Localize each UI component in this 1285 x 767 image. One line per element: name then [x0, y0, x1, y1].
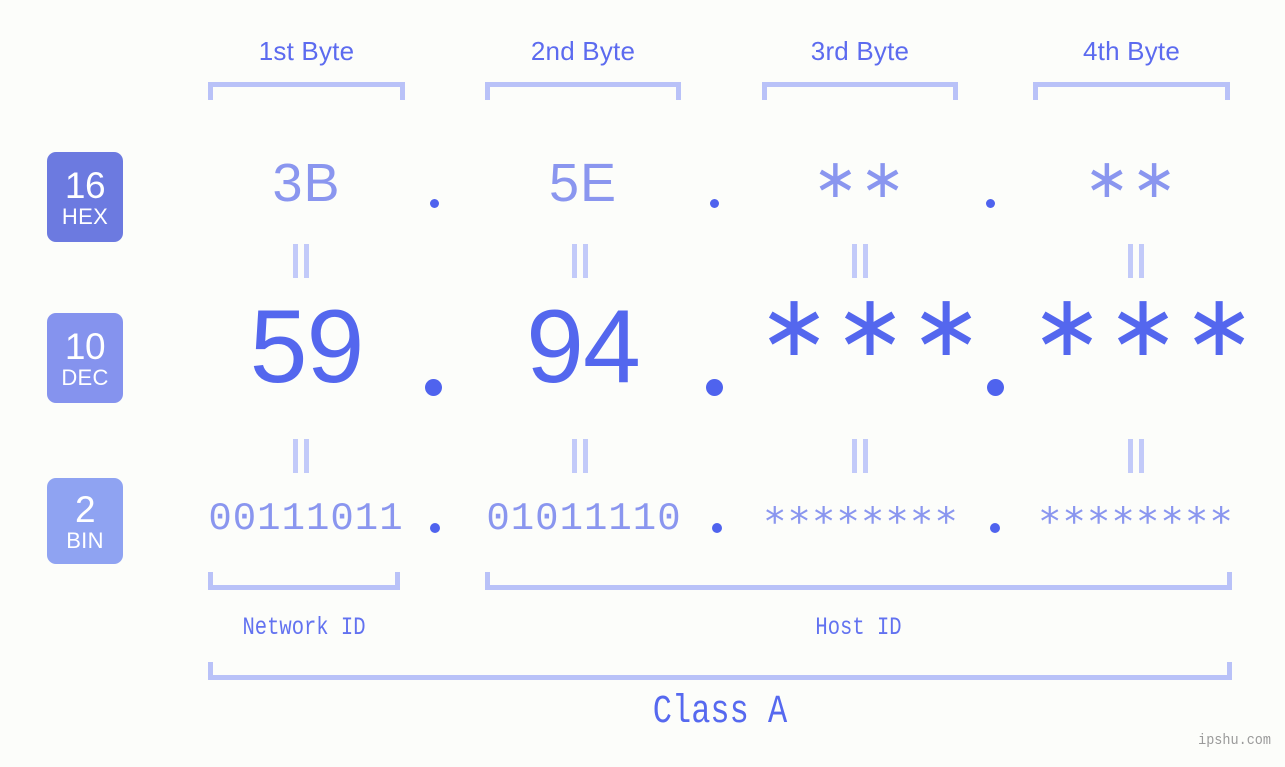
- base-badge-dec-number: 10: [65, 328, 105, 365]
- class-bracket: [208, 662, 1232, 680]
- equals-separator-dec-bin-1: [292, 439, 310, 473]
- dec-byte-2: 94: [485, 288, 681, 407]
- byte-bracket-top-3: [762, 82, 958, 100]
- bin-byte-2: 01011110: [478, 497, 690, 541]
- base-badge-dec[interactable]: 10 DEC: [47, 313, 123, 403]
- bin-separator-dot-2: [712, 523, 722, 533]
- bin-separator-dot-3: [990, 523, 1000, 533]
- hex-separator-dot-3: [986, 199, 995, 208]
- host-id-label: Host ID: [552, 613, 1165, 642]
- host-id-bracket: [485, 572, 1232, 590]
- ip-address-breakdown-diagram: 1st Byte 2nd Byte 3rd Byte 4th Byte 16 H…: [0, 0, 1285, 767]
- hex-separator-dot-2: [710, 199, 719, 208]
- byte-header-2: 2nd Byte: [485, 36, 681, 67]
- base-badge-bin[interactable]: 2 BIN: [47, 478, 123, 564]
- byte-bracket-top-4: [1033, 82, 1230, 100]
- base-badge-bin-number: 2: [75, 491, 95, 528]
- hex-separator-dot-1: [430, 199, 439, 208]
- equals-separator-dec-bin-4: [1127, 439, 1145, 473]
- dec-byte-3: ∗∗∗: [758, 276, 958, 376]
- dec-separator-dot-3: [987, 379, 1004, 396]
- base-badge-hex-number: 16: [65, 167, 105, 204]
- byte-header-1: 1st Byte: [208, 36, 405, 67]
- hex-byte-2: 5E: [485, 152, 681, 214]
- bin-separator-dot-1: [430, 523, 440, 533]
- bin-byte-3: ∗∗∗∗∗∗∗∗: [755, 492, 967, 539]
- bin-byte-1: 00111011: [198, 497, 414, 541]
- byte-bracket-top-1: [208, 82, 405, 100]
- equals-separator-hex-dec-3: [851, 244, 869, 278]
- base-badge-hex-abbr: HEX: [62, 206, 108, 228]
- dec-byte-1: 59: [208, 288, 405, 407]
- equals-separator-dec-bin-3: [851, 439, 869, 473]
- site-watermark: ipshu.com: [1198, 732, 1271, 749]
- class-label: Class A: [310, 690, 1129, 735]
- base-badge-hex[interactable]: 16 HEX: [47, 152, 123, 242]
- base-badge-dec-abbr: DEC: [61, 367, 108, 389]
- network-id-bracket: [208, 572, 400, 590]
- hex-byte-1: 3B: [208, 152, 405, 214]
- hex-byte-4: ∗∗: [1033, 147, 1230, 210]
- equals-separator-hex-dec-2: [571, 244, 589, 278]
- hex-byte-3: ∗∗: [762, 147, 958, 210]
- equals-separator-hex-dec-4: [1127, 244, 1145, 278]
- equals-separator-dec-bin-2: [571, 439, 589, 473]
- bin-byte-4: ∗∗∗∗∗∗∗∗: [1030, 492, 1242, 539]
- byte-header-4: 4th Byte: [1033, 36, 1230, 67]
- dec-separator-dot-2: [706, 379, 723, 396]
- dec-byte-4: ∗∗∗: [1031, 276, 1231, 376]
- byte-header-3: 3rd Byte: [762, 36, 958, 67]
- dec-separator-dot-1: [425, 379, 442, 396]
- byte-bracket-top-2: [485, 82, 681, 100]
- network-id-label: Network ID: [225, 613, 382, 642]
- base-badge-bin-abbr: BIN: [66, 530, 104, 552]
- equals-separator-hex-dec-1: [292, 244, 310, 278]
